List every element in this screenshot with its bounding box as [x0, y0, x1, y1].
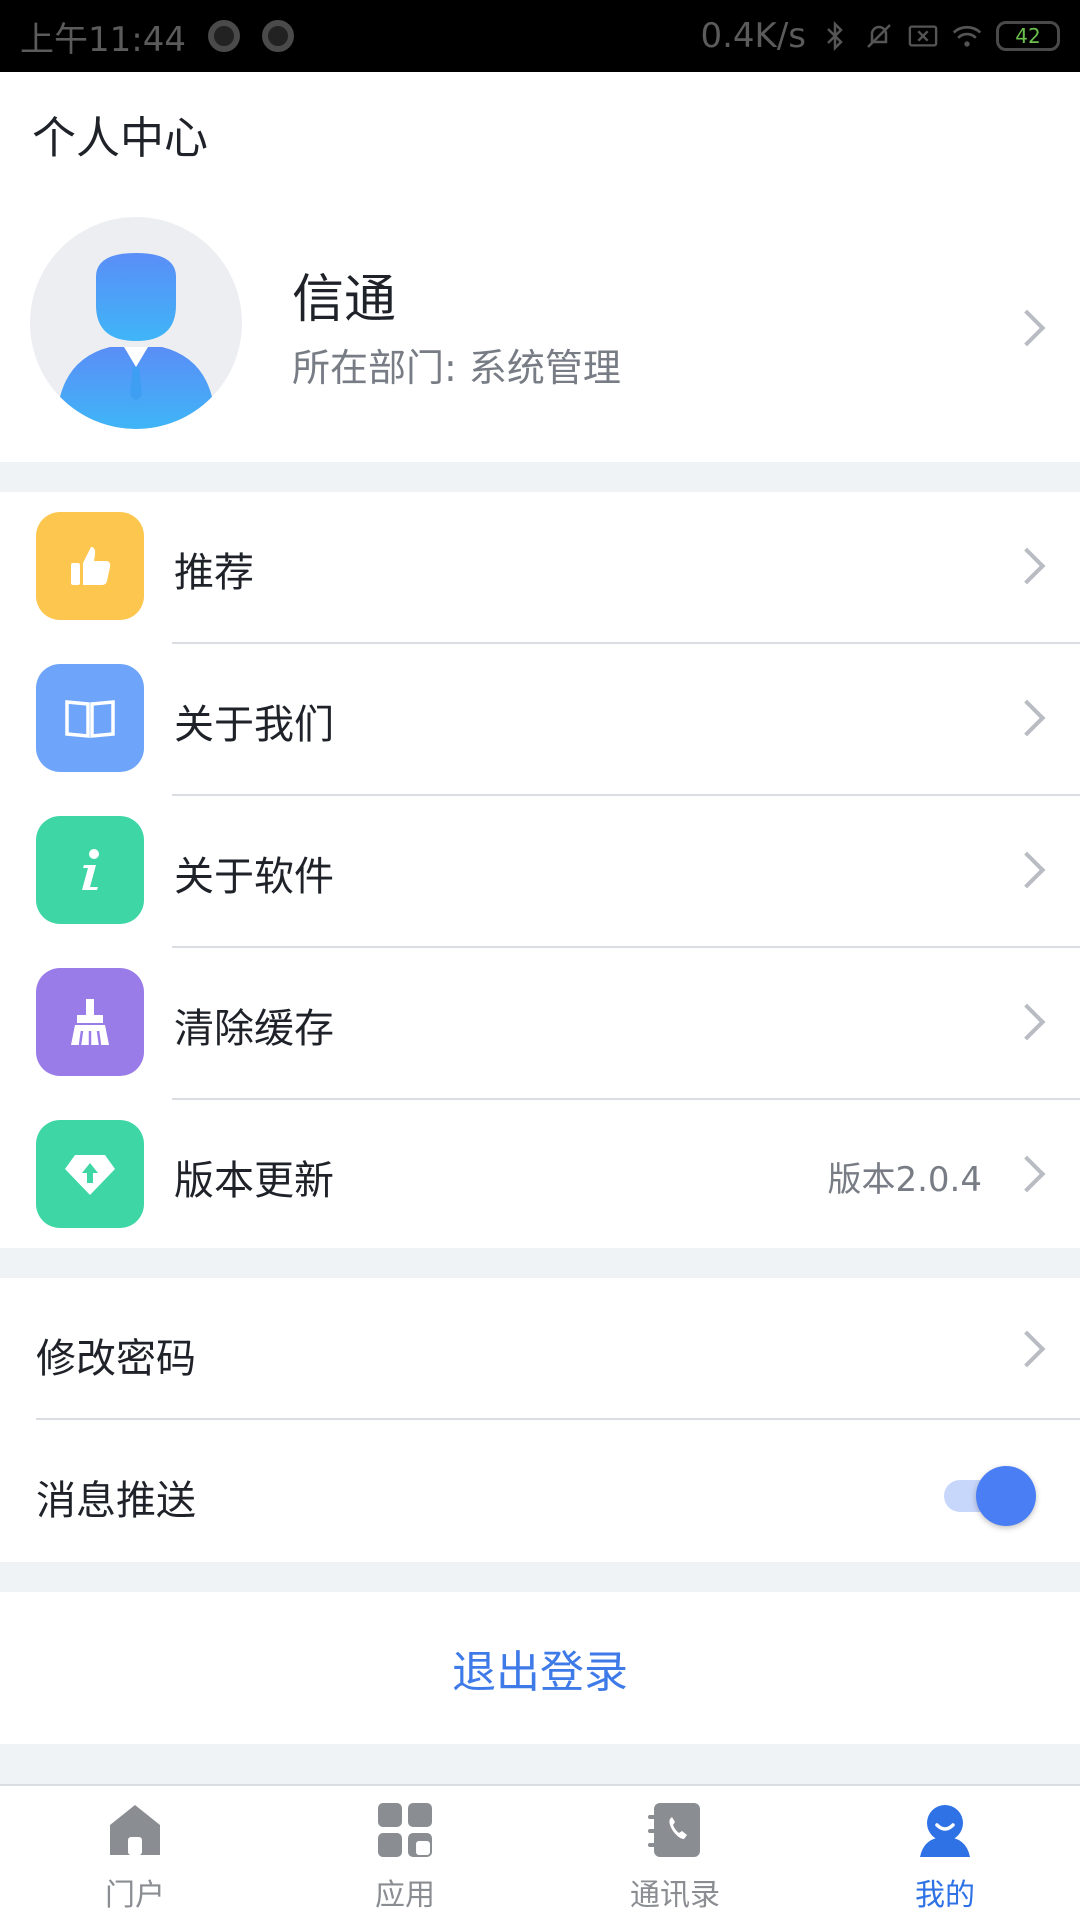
chevron-right-icon — [1008, 699, 1046, 737]
menu-item-clear-cache[interactable]: 清除缓存 — [0, 948, 1080, 1100]
wifi-icon — [952, 21, 982, 51]
status-time: 上午11:44 — [20, 19, 186, 60]
book-icon — [36, 664, 144, 772]
tab-portal[interactable]: 门户 — [0, 1786, 270, 1920]
page-title: 个人中心 — [32, 113, 208, 164]
change-password-label: 修改密码 — [36, 1336, 196, 1382]
profile-name: 信通 — [292, 270, 397, 330]
contacts-icon — [643, 1798, 707, 1862]
push-notifications-toggle[interactable] — [944, 1466, 1036, 1526]
logout-button[interactable]: 退出登录 — [0, 1592, 1080, 1744]
chevron-right-icon — [1008, 547, 1046, 585]
profile-card[interactable]: 信通 所在部门: 系统管理 — [0, 217, 1080, 437]
network-speed: 0.4K/s — [700, 16, 806, 56]
mute-bell-icon — [864, 21, 894, 51]
chevron-right-icon — [1008, 1155, 1046, 1193]
status-bar: 上午11:44 0.4K/s 42 — [0, 0, 1080, 72]
tab-label: 通讯录 — [630, 1878, 720, 1913]
battery-icon: 42 — [996, 21, 1060, 51]
home-icon — [103, 1798, 167, 1862]
notification-dot-icon — [261, 20, 294, 52]
version-value: 版本2.0.4 — [827, 1160, 982, 1200]
settings-list: 修改密码 消息推送 — [0, 1278, 1080, 1562]
battery-level: 42 — [1015, 24, 1041, 48]
tab-label: 门户 — [105, 1878, 165, 1913]
push-notifications-item: 消息推送 — [0, 1420, 1080, 1562]
toggle-knob — [976, 1466, 1036, 1526]
broom-icon — [36, 968, 144, 1076]
bluetooth-icon — [820, 21, 850, 51]
chevron-right-icon — [1008, 1003, 1046, 1041]
user-avatar-icon — [60, 253, 212, 429]
tab-contacts[interactable]: 通讯录 — [540, 1786, 810, 1920]
menu-list: 推荐 关于我们 关于软件 清除缓存 版本更新 版本2.0.4 — [0, 492, 1080, 1248]
change-password-item[interactable]: 修改密码 — [0, 1278, 1080, 1420]
status-bar-right: 0.4K/s 42 — [700, 16, 1060, 56]
push-notifications-label: 消息推送 — [36, 1478, 196, 1524]
tab-label: 我的 — [915, 1878, 975, 1913]
tab-mine[interactable]: 我的 — [810, 1786, 1080, 1920]
bottom-tab-bar: 门户 应用 通讯录 我的 — [0, 1784, 1080, 1920]
chevron-right-icon — [1008, 1330, 1046, 1368]
menu-item-about-software[interactable]: 关于软件 — [0, 796, 1080, 948]
header: 个人中心 信通 所在部门: 系统管理 — [0, 72, 1080, 462]
apps-icon — [373, 1798, 437, 1862]
update-icon — [36, 1120, 144, 1228]
status-bar-left: 上午11:44 — [20, 12, 294, 61]
menu-item-label: 推荐 — [174, 550, 254, 596]
menu-item-label: 清除缓存 — [174, 1006, 334, 1052]
no-sim-icon — [908, 21, 938, 51]
menu-item-about-us[interactable]: 关于我们 — [0, 644, 1080, 796]
menu-item-version-update[interactable]: 版本更新 版本2.0.4 — [0, 1100, 1080, 1252]
tab-label: 应用 — [375, 1878, 435, 1913]
menu-item-label: 关于我们 — [174, 702, 334, 748]
menu-item-recommend[interactable]: 推荐 — [0, 492, 1080, 644]
profile-department: 所在部门: 系统管理 — [292, 346, 621, 390]
tab-apps[interactable]: 应用 — [270, 1786, 540, 1920]
menu-item-label: 版本更新 — [174, 1158, 334, 1204]
chevron-right-icon — [1008, 851, 1046, 889]
chevron-right-icon — [1008, 309, 1046, 347]
thumbs-up-icon — [36, 512, 144, 620]
info-icon — [36, 816, 144, 924]
profile-icon — [913, 1798, 977, 1862]
avatar — [30, 217, 242, 429]
notification-dot-icon — [207, 20, 240, 52]
menu-item-label: 关于软件 — [174, 854, 334, 900]
